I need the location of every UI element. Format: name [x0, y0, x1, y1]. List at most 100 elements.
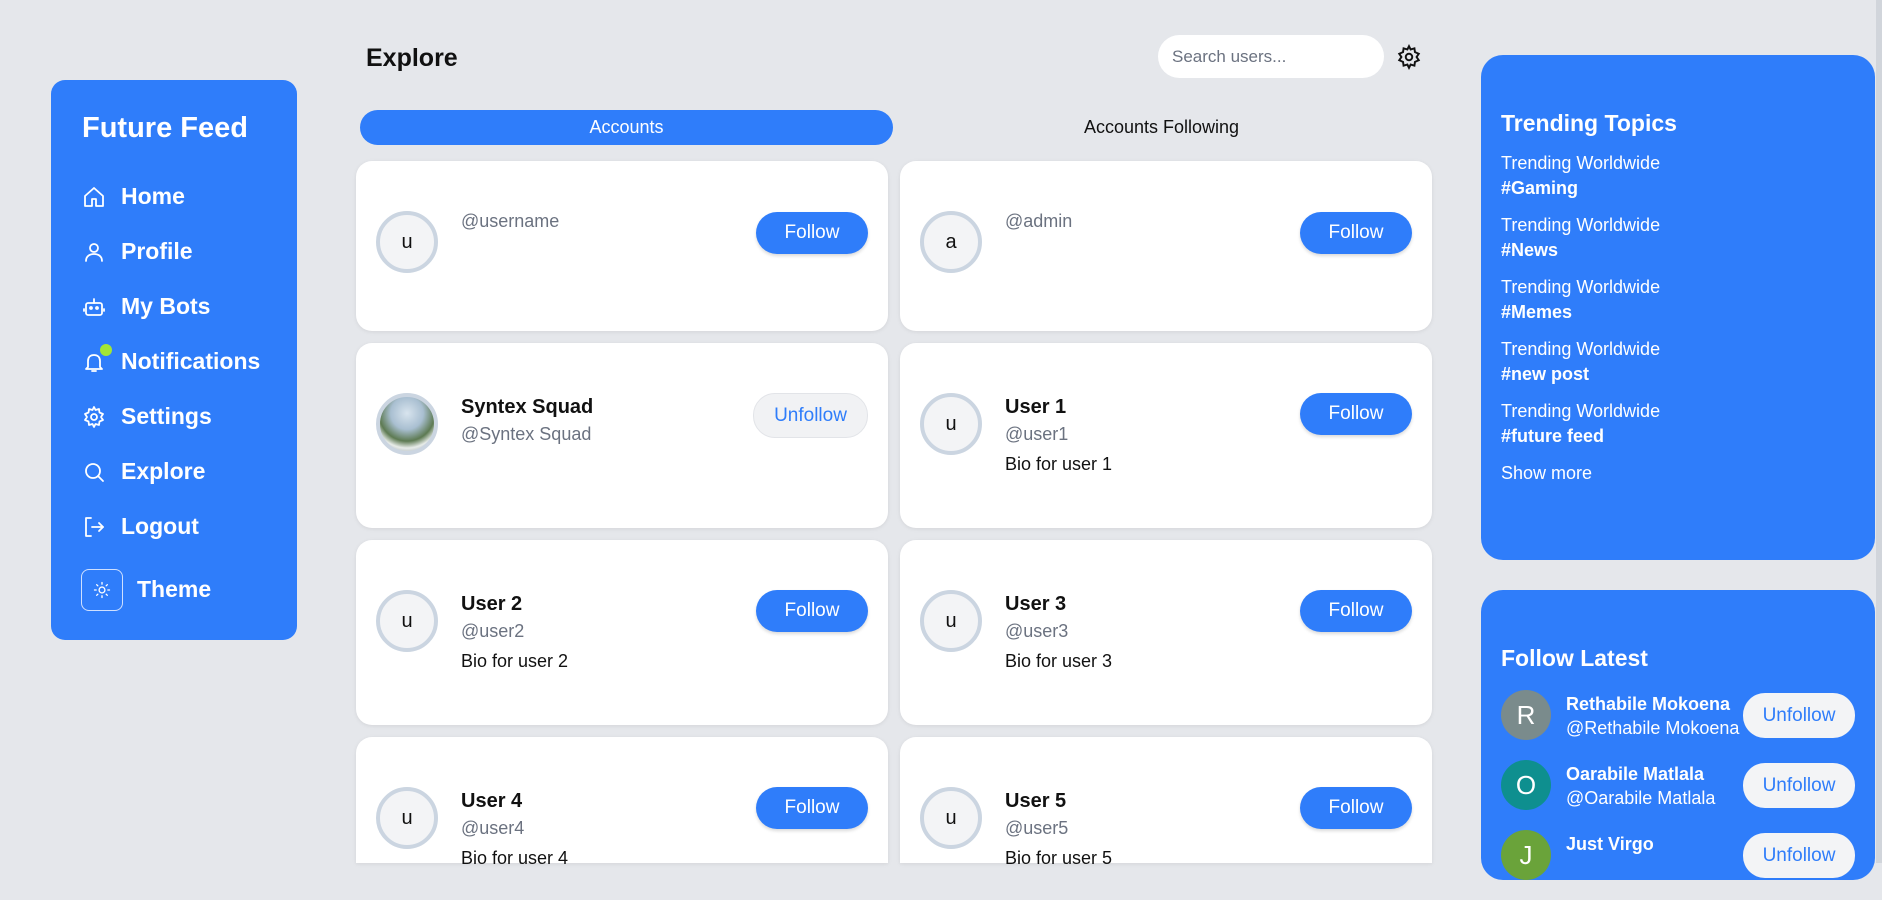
- avatar[interactable]: u: [376, 590, 438, 652]
- tab-accounts-following[interactable]: Accounts Following: [895, 110, 1428, 145]
- show-more-link[interactable]: Show more: [1501, 463, 1875, 484]
- bell-icon: [81, 343, 112, 375]
- brand-logo[interactable]: Future Feed: [82, 112, 297, 145]
- user-name[interactable]: Just Virgo: [1566, 832, 1654, 856]
- follow-button[interactable]: Follow: [756, 212, 868, 254]
- trending-tag: #Memes: [1501, 302, 1573, 322]
- account-handle: @user4: [461, 818, 525, 838]
- account-card: a @admin Follow: [900, 161, 1432, 331]
- avatar[interactable]: [376, 393, 438, 455]
- search-input[interactable]: [1158, 35, 1384, 78]
- sidebar-item-profile[interactable]: Profile: [81, 224, 297, 279]
- follow-latest-panel: Follow Latest R Rethabile Mokoena @Retha…: [1481, 590, 1875, 880]
- home-icon: [81, 184, 107, 210]
- trending-item[interactable]: Trending Worldwide #future feed: [1501, 399, 1875, 449]
- bot-icon: [81, 294, 107, 320]
- trending-label: Trending Worldwide: [1501, 277, 1661, 297]
- search-icon: [81, 459, 107, 485]
- avatar[interactable]: u: [376, 787, 438, 849]
- trending-tag: #future feed: [1501, 426, 1605, 446]
- follow-button[interactable]: Follow: [1300, 590, 1412, 632]
- follow-button[interactable]: Follow: [1300, 393, 1412, 435]
- avatar[interactable]: u: [920, 393, 982, 455]
- sidebar-item-explore[interactable]: Explore: [81, 444, 297, 499]
- account-name[interactable]: User 5: [1005, 790, 1112, 818]
- account-handle: @user2: [461, 621, 525, 641]
- user-name[interactable]: Rethabile Mokoena: [1566, 692, 1739, 716]
- avatar[interactable]: O: [1501, 760, 1551, 810]
- follow-button[interactable]: Follow: [1300, 787, 1412, 829]
- trending-tag: #Gaming: [1501, 178, 1579, 198]
- account-handle: @user5: [1005, 818, 1069, 838]
- sidebar-item-notifications[interactable]: Notifications: [81, 334, 297, 389]
- account-name[interactable]: User 1: [1005, 396, 1112, 424]
- trending-label: Trending Worldwide: [1501, 153, 1661, 173]
- gear-icon: [81, 404, 107, 430]
- user-handle: @Rethabile Mokoena: [1566, 718, 1740, 738]
- account-card: u User 4 @user4 Bio for user 4 Follow: [356, 737, 888, 868]
- trending-label: Trending Worldwide: [1501, 401, 1661, 421]
- scrollbar[interactable]: [1876, 0, 1882, 863]
- sidebar-item-label: Notifications: [121, 348, 261, 374]
- page-title: Explore: [366, 44, 458, 72]
- trending-item[interactable]: Trending Worldwide #Gaming: [1501, 151, 1875, 201]
- list-item: J Just Virgo Unfollow: [1501, 830, 1875, 900]
- trending-label: Trending Worldwide: [1501, 339, 1661, 359]
- account-bio: Bio for user 2: [461, 651, 569, 671]
- sidebar-item-home[interactable]: Home: [81, 169, 297, 224]
- sidebar-item-label: Explore: [121, 458, 206, 484]
- account-name[interactable]: User 2: [461, 593, 568, 621]
- account-name[interactable]: Syntex Squad: [461, 396, 593, 424]
- sidebar-item-label: My Bots: [121, 293, 211, 319]
- user-name[interactable]: Oarabile Matlala: [1566, 762, 1715, 786]
- follow-button[interactable]: Follow: [1300, 212, 1412, 254]
- account-handle: @admin: [1005, 211, 1073, 231]
- avatar[interactable]: u: [920, 590, 982, 652]
- sidebar-item-label: Profile: [121, 238, 193, 264]
- trending-tag: #News: [1501, 240, 1559, 260]
- notification-dot: [100, 343, 112, 356]
- account-card: u User 3 @user3 Bio for user 3 Follow: [900, 540, 1432, 725]
- sidebar-item-my-bots[interactable]: My Bots: [81, 279, 297, 334]
- account-name[interactable]: User 4: [461, 790, 568, 818]
- logout-icon: [81, 514, 107, 540]
- theme-toggle[interactable]: Theme: [81, 562, 297, 617]
- sidebar-item-label: Settings: [121, 403, 212, 429]
- trending-tag: #new post: [1501, 364, 1590, 384]
- sidebar-item-settings[interactable]: Settings: [81, 389, 297, 444]
- sidebar-item-label: Home: [121, 183, 185, 209]
- avatar[interactable]: u: [920, 787, 982, 849]
- unfollow-button[interactable]: Unfollow: [1743, 693, 1855, 738]
- sidebar: Future Feed Home Profile My Bots Notific…: [51, 80, 297, 640]
- account-card: Syntex Squad @Syntex Squad Unfollow: [356, 343, 888, 528]
- settings-gear-icon[interactable]: [1396, 43, 1422, 71]
- list-item: R Rethabile Mokoena @Rethabile Mokoena U…: [1501, 690, 1875, 760]
- account-name[interactable]: User 3: [1005, 593, 1112, 621]
- trending-label: Trending Worldwide: [1501, 215, 1661, 235]
- follow-latest-title: Follow Latest: [1501, 645, 1648, 671]
- user-icon: [81, 239, 107, 265]
- avatar[interactable]: u: [376, 211, 438, 273]
- avatar[interactable]: a: [920, 211, 982, 273]
- account-card: u User 2 @user2 Bio for user 2 Follow: [356, 540, 888, 725]
- sidebar-item-label: Logout: [121, 513, 199, 539]
- account-bio: Bio for user 5: [1005, 848, 1113, 868]
- theme-label: Theme: [137, 576, 212, 602]
- unfollow-button[interactable]: Unfollow: [1743, 763, 1855, 808]
- user-handle: @Oarabile Matlala: [1566, 788, 1716, 808]
- tab-accounts[interactable]: Accounts: [360, 110, 893, 145]
- unfollow-button[interactable]: Unfollow: [1743, 833, 1855, 878]
- account-card: u User 5 @user5 Bio for user 5 Follow: [900, 737, 1432, 868]
- account-handle: @username: [461, 211, 560, 231]
- sidebar-item-logout[interactable]: Logout: [81, 499, 297, 554]
- list-item: O Oarabile Matlala @Oarabile Matlala Unf…: [1501, 760, 1875, 830]
- trending-item[interactable]: Trending Worldwide #Memes: [1501, 275, 1875, 325]
- follow-button[interactable]: Follow: [756, 787, 868, 829]
- account-bio: Bio for user 1: [1005, 454, 1113, 474]
- avatar[interactable]: J: [1501, 830, 1551, 880]
- follow-button[interactable]: Follow: [756, 590, 868, 632]
- avatar[interactable]: R: [1501, 690, 1551, 740]
- unfollow-button[interactable]: Unfollow: [753, 393, 868, 438]
- trending-item[interactable]: Trending Worldwide #new post: [1501, 337, 1875, 387]
- trending-item[interactable]: Trending Worldwide #News: [1501, 213, 1875, 263]
